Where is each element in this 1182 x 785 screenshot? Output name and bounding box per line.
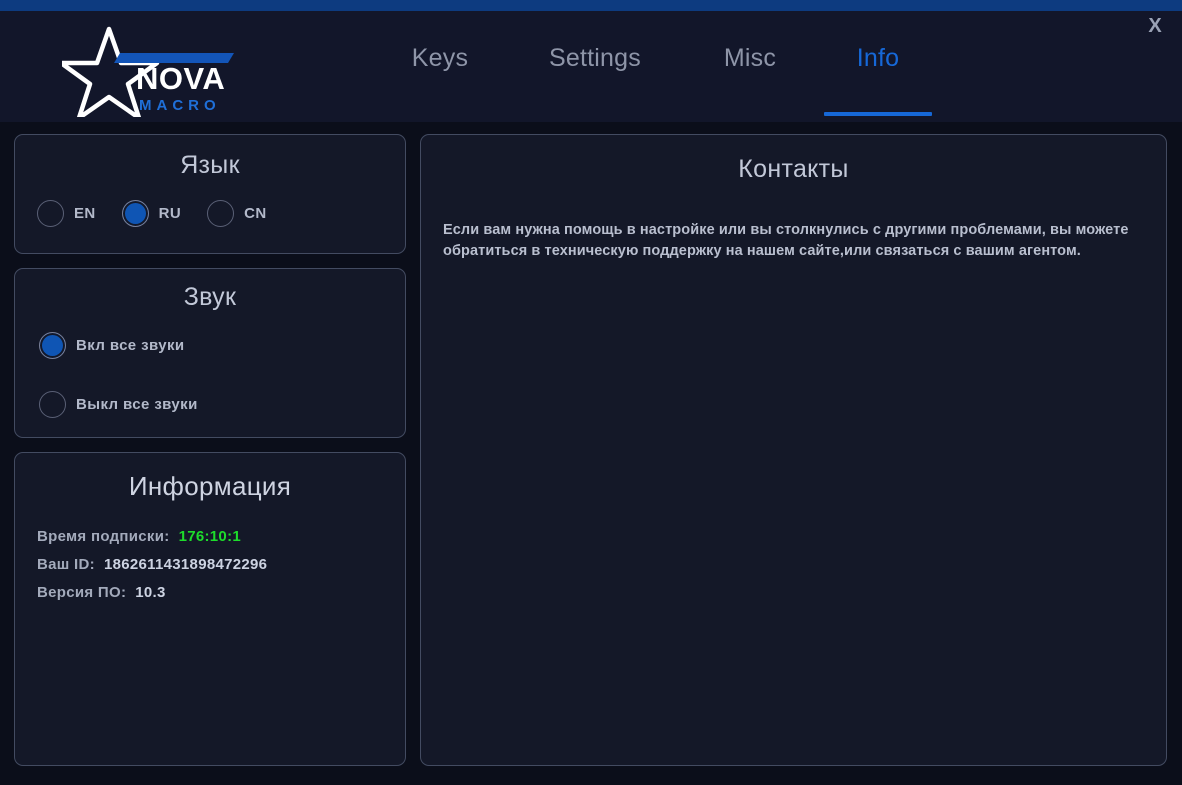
software-version-label: Версия ПО: (37, 584, 127, 601)
user-id-label: Ваш ID: (37, 556, 95, 573)
radio-en-icon[interactable] (37, 200, 64, 227)
radio-ru-icon[interactable] (121, 200, 149, 227)
tab-info-label: Info (856, 44, 900, 72)
tab-settings-label: Settings (549, 44, 641, 72)
language-option-en-label: EN (74, 205, 96, 222)
language-option-ru[interactable]: RU (121, 200, 182, 227)
language-panel-title: Язык (180, 151, 240, 179)
contacts-body-text: Если вам нужна помощь в настройке или вы… (443, 222, 1129, 259)
tab-keys-underline (374, 112, 506, 116)
app-logo: NOVA MACRO (62, 25, 252, 117)
tab-keys-label: Keys (411, 44, 469, 72)
sound-option-off-label: Выкл все звуки (76, 396, 198, 413)
radio-sound-off-icon[interactable] (39, 391, 66, 418)
svg-text:NOVA: NOVA (136, 61, 225, 96)
tab-misc-underline (684, 112, 816, 116)
sound-panel: Звук Вкл все звуки Выкл все звуки (14, 268, 406, 438)
language-option-cn[interactable]: CN (207, 200, 266, 227)
information-panel: Информация Время подписки: 176:10:1 Ваш … (14, 452, 406, 766)
app-window: X NOVA MACRO Keys Settings Misc Info Язы… (0, 0, 1182, 785)
table-row: Ваш ID: 1862611431898472296 (37, 556, 405, 573)
contacts-panel-title: Контакты (738, 155, 849, 183)
svg-text:MACRO: MACRO (139, 97, 221, 114)
subscription-time-label: Время подписки: (37, 528, 170, 545)
subscription-time-value: 176:10:1 (178, 528, 242, 545)
tab-info-underline (824, 112, 932, 116)
tab-misc-label: Misc (723, 44, 777, 72)
sound-option-on-label: Вкл все звуки (76, 337, 185, 354)
table-row: Версия ПО: 10.3 (37, 584, 405, 601)
radio-cn-icon[interactable] (207, 200, 235, 227)
main-tabs: Keys Settings Misc Info (370, 11, 936, 122)
contacts-panel: Контакты Если вам нужна помощь в настрой… (420, 134, 1167, 766)
sound-options: Вкл все звуки Выкл все звуки (15, 332, 405, 418)
information-panel-title: Информация (128, 471, 292, 501)
close-button[interactable]: X (1140, 11, 1170, 41)
information-rows: Время подписки: 176:10:1 Ваш ID: 1862611… (15, 528, 405, 601)
software-version-value: 10.3 (135, 584, 166, 601)
sound-option-off[interactable]: Выкл все звуки (39, 391, 405, 418)
sound-option-on[interactable]: Вкл все звуки (39, 332, 405, 359)
tab-info[interactable]: Info (820, 11, 936, 122)
tab-settings-underline (514, 112, 676, 116)
language-option-ru-label: RU (158, 205, 182, 222)
app-body: Язык EN RU CN Звук Вкл все звуки Выкл вс… (0, 122, 1182, 785)
language-panel: Язык EN RU CN (14, 134, 406, 254)
table-row: Время подписки: 176:10:1 (37, 528, 405, 545)
user-id-value: 1862611431898472296 (103, 556, 268, 573)
language-options: EN RU CN (15, 200, 405, 227)
sound-panel-title: Звук (183, 283, 237, 311)
tab-keys[interactable]: Keys (370, 11, 510, 122)
language-option-cn-label: CN (244, 205, 267, 222)
tab-misc[interactable]: Misc (680, 11, 820, 122)
title-bar (0, 0, 1182, 11)
language-option-en[interactable]: EN (37, 200, 96, 227)
radio-sound-on-icon[interactable] (39, 332, 66, 359)
app-header: X NOVA MACRO Keys Settings Misc Info (0, 11, 1182, 122)
tab-settings[interactable]: Settings (510, 11, 680, 122)
